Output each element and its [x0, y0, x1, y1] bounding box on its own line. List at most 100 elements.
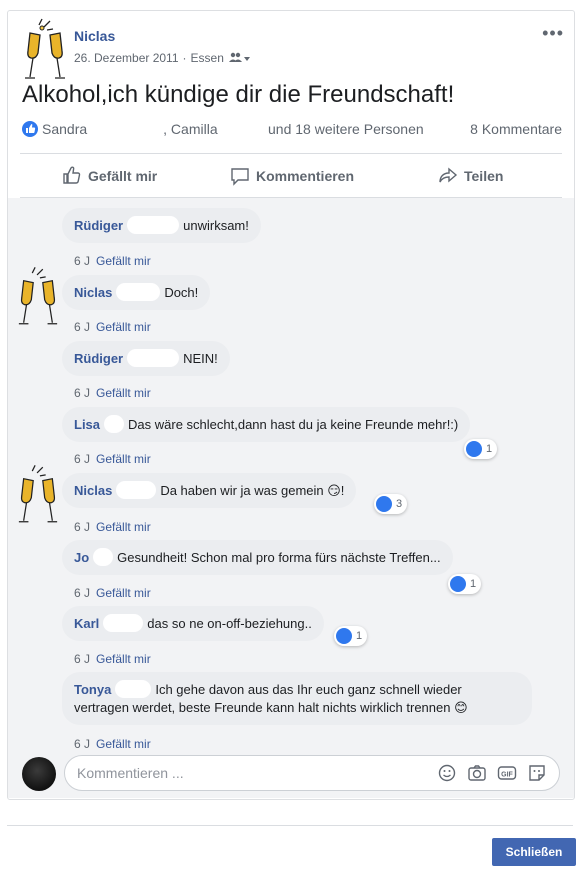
reaction-name-2[interactable]: , Camilla	[163, 121, 217, 137]
comment-time[interactable]: 6 J	[74, 386, 90, 400]
current-user-avatar[interactable]	[22, 757, 56, 791]
comment-input[interactable]: Kommentieren ... GIF	[64, 755, 560, 791]
comment-meta: 6 J Gefällt mir	[74, 386, 151, 400]
footer-divider	[7, 825, 573, 826]
comment-time[interactable]: 6 J	[74, 737, 90, 751]
comment-button[interactable]: Kommentieren	[230, 163, 354, 189]
comment-button-label: Kommentieren	[256, 168, 355, 184]
redacted-block	[103, 614, 144, 632]
comment-icon	[231, 168, 249, 186]
comment-count[interactable]: 8 Kommentare	[470, 121, 562, 137]
comment-author[interactable]: Lisa	[74, 417, 100, 432]
champagne-glasses-icon[interactable]	[22, 15, 68, 83]
comment-text: Ich gehe davon aus das Ihr euch ganz sch…	[155, 682, 462, 697]
comment-reaction-count[interactable]: 1	[464, 439, 498, 459]
svg-text:GIF: GIF	[501, 772, 513, 779]
comment-reaction-count[interactable]: 1	[334, 626, 368, 646]
comment-time[interactable]: 6 J	[74, 254, 90, 268]
champagne-glasses-icon[interactable]	[16, 262, 60, 330]
post-author[interactable]: Niclas	[74, 28, 115, 44]
gif-icon[interactable]: GIF	[497, 763, 517, 783]
comment-meta: 6 J Gefällt mir	[74, 652, 151, 666]
comment-time[interactable]: 6 J	[74, 520, 90, 534]
share-button[interactable]: Teilen	[438, 163, 503, 189]
comment-meta: 6 J Gefällt mir	[74, 254, 151, 268]
like-button[interactable]: Gefällt mir	[62, 163, 157, 189]
comments-section: Rüdiger unwirksam! 6 J Gefällt mir Niclas D…	[8, 198, 574, 798]
reaction-name-1[interactable]: Sandra	[42, 121, 87, 137]
like-reaction-icon	[22, 121, 38, 137]
comment-bubble: Lisa Das wäre schlecht,dann hast du ja ke…	[62, 407, 471, 442]
reaction-others[interactable]: und 18 weitere Personen	[268, 121, 424, 137]
comment-like-link[interactable]: Gefällt mir	[96, 320, 151, 334]
comment-reaction-count[interactable]: 3	[374, 494, 408, 514]
comment-text: Gesundheit! Schon mal pro forma fürs näc…	[117, 550, 441, 565]
comment-input-placeholder: Kommentieren ...	[77, 765, 184, 781]
sticker-icon[interactable]	[527, 763, 547, 783]
more-options-icon[interactable]: •••	[542, 23, 564, 44]
comment-like-link[interactable]: Gefällt mir	[96, 254, 151, 268]
divider	[20, 153, 562, 154]
comment-bubble: Tonya Ich gehe davon aus das Ihr euch gan…	[62, 672, 532, 725]
post-date[interactable]: 26. Dezember 2011	[74, 51, 179, 65]
reaction-count: 1	[470, 578, 477, 590]
comment-meta: 6 J Gefällt mir	[74, 586, 151, 600]
emoji-icon[interactable]	[437, 763, 457, 783]
comment-bubble: Jo Gesundheit! Schon mal pro forma fürs n…	[62, 540, 453, 575]
comment-author[interactable]: Rüdiger	[74, 351, 123, 366]
comment-like-link[interactable]: Gefällt mir	[96, 652, 151, 666]
comment-bubble: Karl das so ne on-off-beziehung..	[62, 606, 324, 641]
redacted-block	[127, 216, 180, 234]
comment-author[interactable]: Niclas	[74, 285, 112, 300]
comment-like-link[interactable]: Gefällt mir	[96, 586, 151, 600]
comment-like-link[interactable]: Gefällt mir	[96, 386, 151, 400]
like-reaction-icon	[466, 441, 482, 457]
comment-like-link[interactable]: Gefällt mir	[96, 520, 151, 534]
post-location[interactable]: Essen	[191, 51, 224, 65]
redacted-block	[116, 283, 161, 301]
comment-time[interactable]: 6 J	[74, 452, 90, 466]
camera-icon[interactable]	[467, 763, 487, 783]
reaction-names[interactable]: Sandra , Camilla	[22, 121, 218, 138]
champagne-glasses-icon[interactable]	[16, 460, 60, 528]
reaction-count: 3	[396, 498, 403, 510]
like-reaction-icon	[336, 628, 352, 644]
comment-text-continued: vertragen werdet, beste Freunde kann hal…	[74, 700, 468, 715]
comment-author[interactable]: Niclas	[74, 483, 112, 498]
comment-text: NEIN!	[183, 351, 218, 366]
reaction-count: 1	[486, 443, 493, 455]
redacted-block	[104, 415, 125, 433]
like-icon	[63, 166, 81, 184]
reaction-count: 1	[356, 630, 363, 642]
post-meta: 26. Dezember 2011 · Essen	[74, 51, 250, 65]
friends-audience-icon[interactable]	[228, 52, 250, 64]
share-button-label: Teilen	[464, 168, 504, 184]
comment-meta: 6 J Gefällt mir	[74, 737, 151, 751]
comment-author[interactable]: Rüdiger	[74, 218, 123, 233]
comment-text: Doch!	[164, 285, 199, 300]
comment-author[interactable]: Jo	[74, 550, 89, 565]
comment-text: Da haben wir ja was gemein 😏!	[160, 483, 345, 498]
share-icon	[439, 167, 458, 183]
comment-author[interactable]: Karl	[74, 616, 99, 631]
comment-like-link[interactable]: Gefällt mir	[96, 452, 151, 466]
comment-reaction-count[interactable]: 1	[448, 574, 482, 594]
comment-time[interactable]: 6 J	[74, 652, 90, 666]
like-reaction-icon	[450, 576, 466, 592]
redacted-block	[93, 548, 114, 566]
comment-author[interactable]: Tonya	[74, 682, 111, 697]
comment-text: Das wäre schlecht,dann hast du ja keine …	[128, 417, 459, 432]
post-text: Alkohol,ich kündige dir die Freundschaft…	[22, 81, 455, 108]
redacted-block	[87, 122, 160, 138]
comment-time[interactable]: 6 J	[74, 586, 90, 600]
comment-time[interactable]: 6 J	[74, 320, 90, 334]
redacted-block	[116, 481, 157, 499]
comment-text: unwirksam!	[183, 218, 249, 233]
like-button-label: Gefällt mir	[88, 168, 158, 184]
comment-like-link[interactable]: Gefällt mir	[96, 737, 151, 751]
comment-bubble: Rüdiger NEIN!	[62, 341, 230, 376]
comment-meta: 6 J Gefällt mir	[74, 452, 151, 466]
comment-bubble: Niclas Doch!	[62, 275, 211, 310]
close-button[interactable]: Schließen	[492, 838, 576, 866]
comment-meta: 6 J Gefällt mir	[74, 320, 151, 334]
